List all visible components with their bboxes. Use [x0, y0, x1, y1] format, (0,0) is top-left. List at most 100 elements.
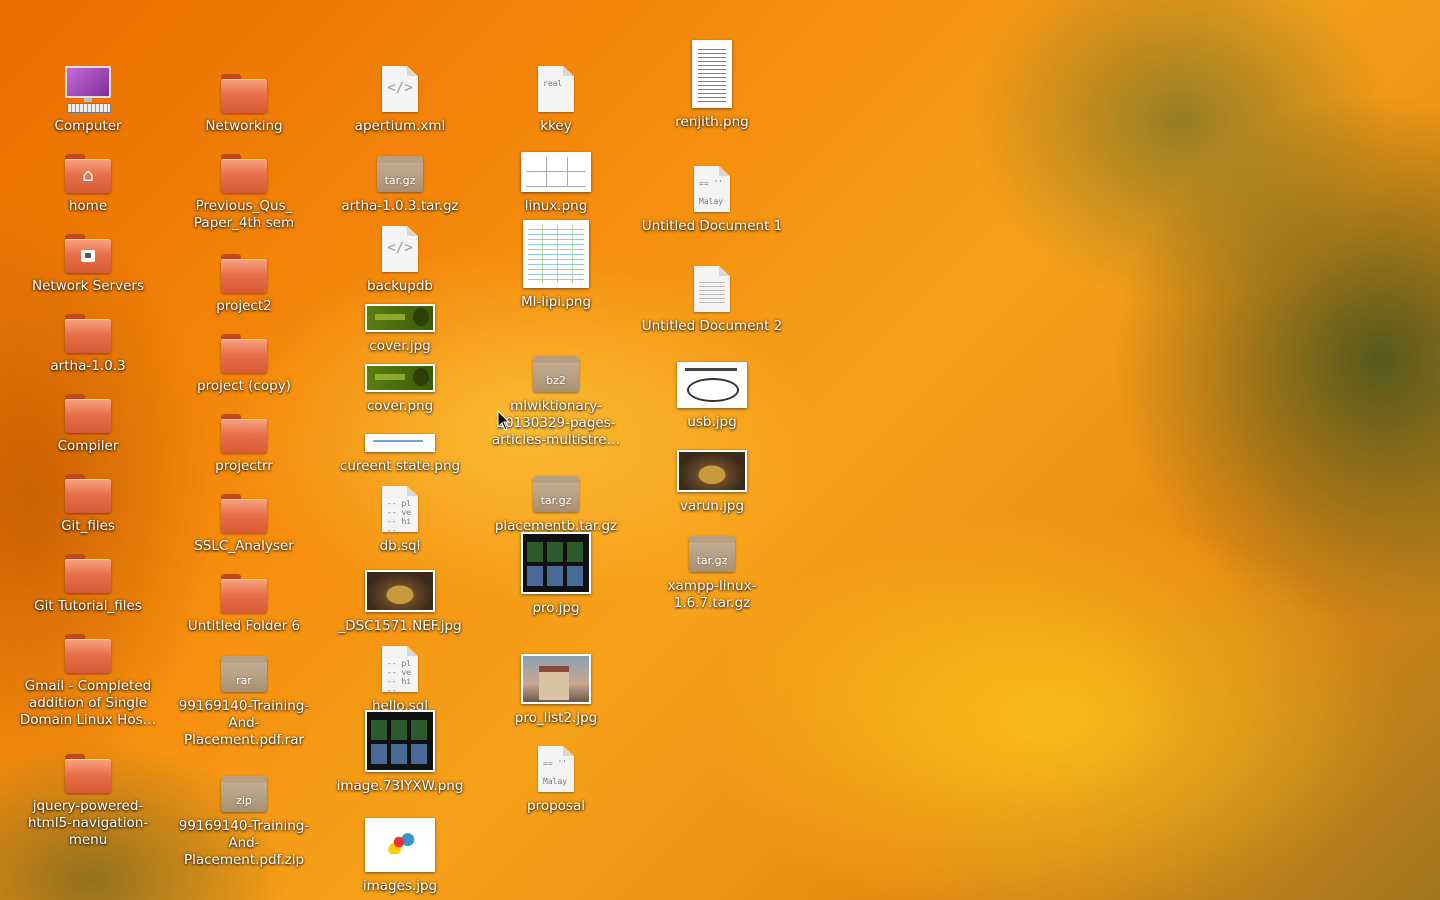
computer-icon	[65, 66, 111, 113]
network-icon	[65, 234, 111, 273]
icon-image	[325, 390, 475, 454]
desktop-icon[interactable]: -- pl -- ve -- hi -- hello.sql	[325, 630, 475, 715]
desktop-icon[interactable]: Gmail - Completed addition of Single Dom…	[13, 610, 163, 729]
icon-image	[325, 550, 475, 614]
icon-image	[481, 642, 631, 706]
desktop-icon[interactable]: images.jpg	[325, 810, 475, 895]
icon-image	[13, 730, 163, 794]
icon-image: zip	[169, 750, 319, 814]
folder-icon	[65, 754, 111, 793]
icon-image	[13, 610, 163, 674]
desktop-icon-label: linux.png	[524, 198, 588, 214]
desktop-icon[interactable]: -- pl -- ve -- hi -- db.sql	[325, 470, 475, 555]
desktop-icon-label: Untitled Document 2	[641, 318, 783, 334]
desktop-icon[interactable]: == '' Malay proposal	[481, 730, 631, 815]
icon-image: -- pl -- ve -- hi --	[325, 470, 475, 534]
desktop-icon[interactable]: SSLC_Analyser	[169, 470, 319, 555]
desktop-icon[interactable]: ⌂ home	[13, 130, 163, 215]
desktop-icon-label: Untitled Document 1	[641, 218, 783, 234]
desktop-icon-label: images.jpg	[362, 878, 438, 894]
desktop-icon-label: Ml-lipi.png	[520, 294, 592, 310]
desktop-icon-label: usb.jpg	[687, 414, 737, 430]
desktop-icon[interactable]: project (copy)	[169, 310, 319, 395]
desktop-icon[interactable]: tar.gz xampp-linux-1.6.7.tar.gz	[637, 510, 787, 612]
desktop-icon[interactable]: tar.gz placementb.tar.gz	[481, 450, 631, 535]
icon-image	[481, 220, 631, 290]
desktop-icon[interactable]: Ml-lipi.png	[481, 220, 631, 311]
desktop-icon[interactable]: pro.jpg	[481, 532, 631, 617]
desktop-icon-label: Previous_Qus_ Paper_4th sem	[193, 198, 295, 231]
desktop-icon[interactable]: Untitled Folder 6	[169, 550, 319, 635]
desktop-icon-label: proposal	[527, 798, 585, 814]
text-file-icon: real	[538, 66, 574, 112]
archive-icon: tar.gz	[377, 156, 423, 192]
folder-icon	[65, 554, 111, 593]
image-thumbnail	[365, 304, 435, 332]
image-thumbnail	[523, 220, 589, 288]
text-file-icon	[694, 266, 730, 312]
desktop-icon[interactable]: cureent state.png	[325, 390, 475, 475]
desktop-icon[interactable]: artha-1.0.3	[13, 290, 163, 375]
desktop-icon[interactable]: varun.jpg	[637, 430, 787, 515]
desktop-icon[interactable]: renjith.png	[637, 40, 787, 131]
desktop-icon[interactable]: projectrr	[169, 390, 319, 475]
image-thumbnail	[365, 818, 435, 872]
desktop-icon[interactable]: project2	[169, 230, 319, 315]
icon-image	[13, 290, 163, 354]
desktop-icon[interactable]: Compiler	[13, 370, 163, 455]
icon-image: == '' Malay	[637, 150, 787, 214]
desktop-icon[interactable]: linux.png	[481, 130, 631, 215]
desktop-icon[interactable]: Networking	[169, 50, 319, 135]
image-thumbnail	[677, 362, 747, 408]
desktop-icon-label: jquery-powered-html5-navigation-menu	[27, 798, 149, 848]
desktop-icon[interactable]: Network Servers	[13, 210, 163, 295]
image-thumbnail	[521, 152, 591, 192]
desktop-icon[interactable]: tar.gz artha-1.0.3.tar.gz	[325, 130, 475, 215]
icon-image: real	[481, 50, 631, 114]
icon-image	[325, 710, 475, 774]
icon-image	[637, 250, 787, 314]
folder-icon	[221, 254, 267, 293]
home-icon: ⌂	[65, 154, 111, 193]
archive-icon: rar	[221, 656, 267, 692]
text-file-icon: == '' Malay	[694, 166, 730, 212]
icon-image: bz2	[481, 330, 631, 394]
folder-icon	[221, 74, 267, 113]
archive-icon: bz2	[533, 356, 579, 392]
desktop-icon[interactable]: Untitled Document 2	[637, 250, 787, 335]
desktop-icon[interactable]: Computer	[13, 50, 163, 135]
desktop-icon[interactable]: Git Tutorial_files	[13, 530, 163, 615]
icon-image	[169, 390, 319, 454]
desktop-icon-label: image.73IYXW.png	[336, 778, 464, 794]
desktop-icon[interactable]: </> apertium.xml	[325, 50, 475, 135]
desktop-icon[interactable]: == '' Malay Untitled Document 1	[637, 150, 787, 235]
icon-image: rar	[169, 630, 319, 694]
archive-icon: zip	[221, 776, 267, 812]
folder-icon	[65, 474, 111, 513]
desktop-icon[interactable]: rar 99169140-Training-And-Placement.pdf.r…	[169, 630, 319, 749]
icon-image	[325, 330, 475, 394]
image-thumbnail	[677, 450, 747, 492]
desktop-icon[interactable]: pro_list2.jpg	[481, 642, 631, 727]
desktop-icon-label: pro.jpg	[532, 600, 580, 616]
desktop-icon-label: xampp-linux-1.6.7.tar.gz	[667, 578, 757, 611]
desktop-icon[interactable]: jquery-powered-html5-navigation-menu	[13, 730, 163, 849]
desktop-icon[interactable]: real kkey	[481, 50, 631, 135]
text-file-icon: -- pl -- ve -- hi --	[382, 646, 418, 692]
desktop-icon[interactable]: Previous_Qus_ Paper_4th sem	[169, 130, 319, 232]
icon-image: </>	[325, 210, 475, 274]
desktop-icon[interactable]: image.73IYXW.png	[325, 710, 475, 795]
folder-icon	[65, 314, 111, 353]
icon-image	[13, 450, 163, 514]
folder-icon	[221, 574, 267, 613]
folder-icon	[65, 394, 111, 433]
folder-icon	[221, 494, 267, 533]
desktop-icon[interactable]: usb.jpg	[637, 346, 787, 431]
desktop-icon-label: 99169140-Training-And-Placement.pdf.zip	[178, 818, 310, 868]
desktop-icon[interactable]: zip 99169140-Training-And-Placement.pdf.z…	[169, 750, 319, 869]
desktop-icon[interactable]: Git_files	[13, 450, 163, 535]
image-thumbnail	[365, 434, 435, 452]
image-thumbnail	[365, 710, 435, 772]
desktop-icon[interactable]: _DSC1571.NEF.jpg	[325, 550, 475, 635]
icon-image: tar.gz	[325, 130, 475, 194]
